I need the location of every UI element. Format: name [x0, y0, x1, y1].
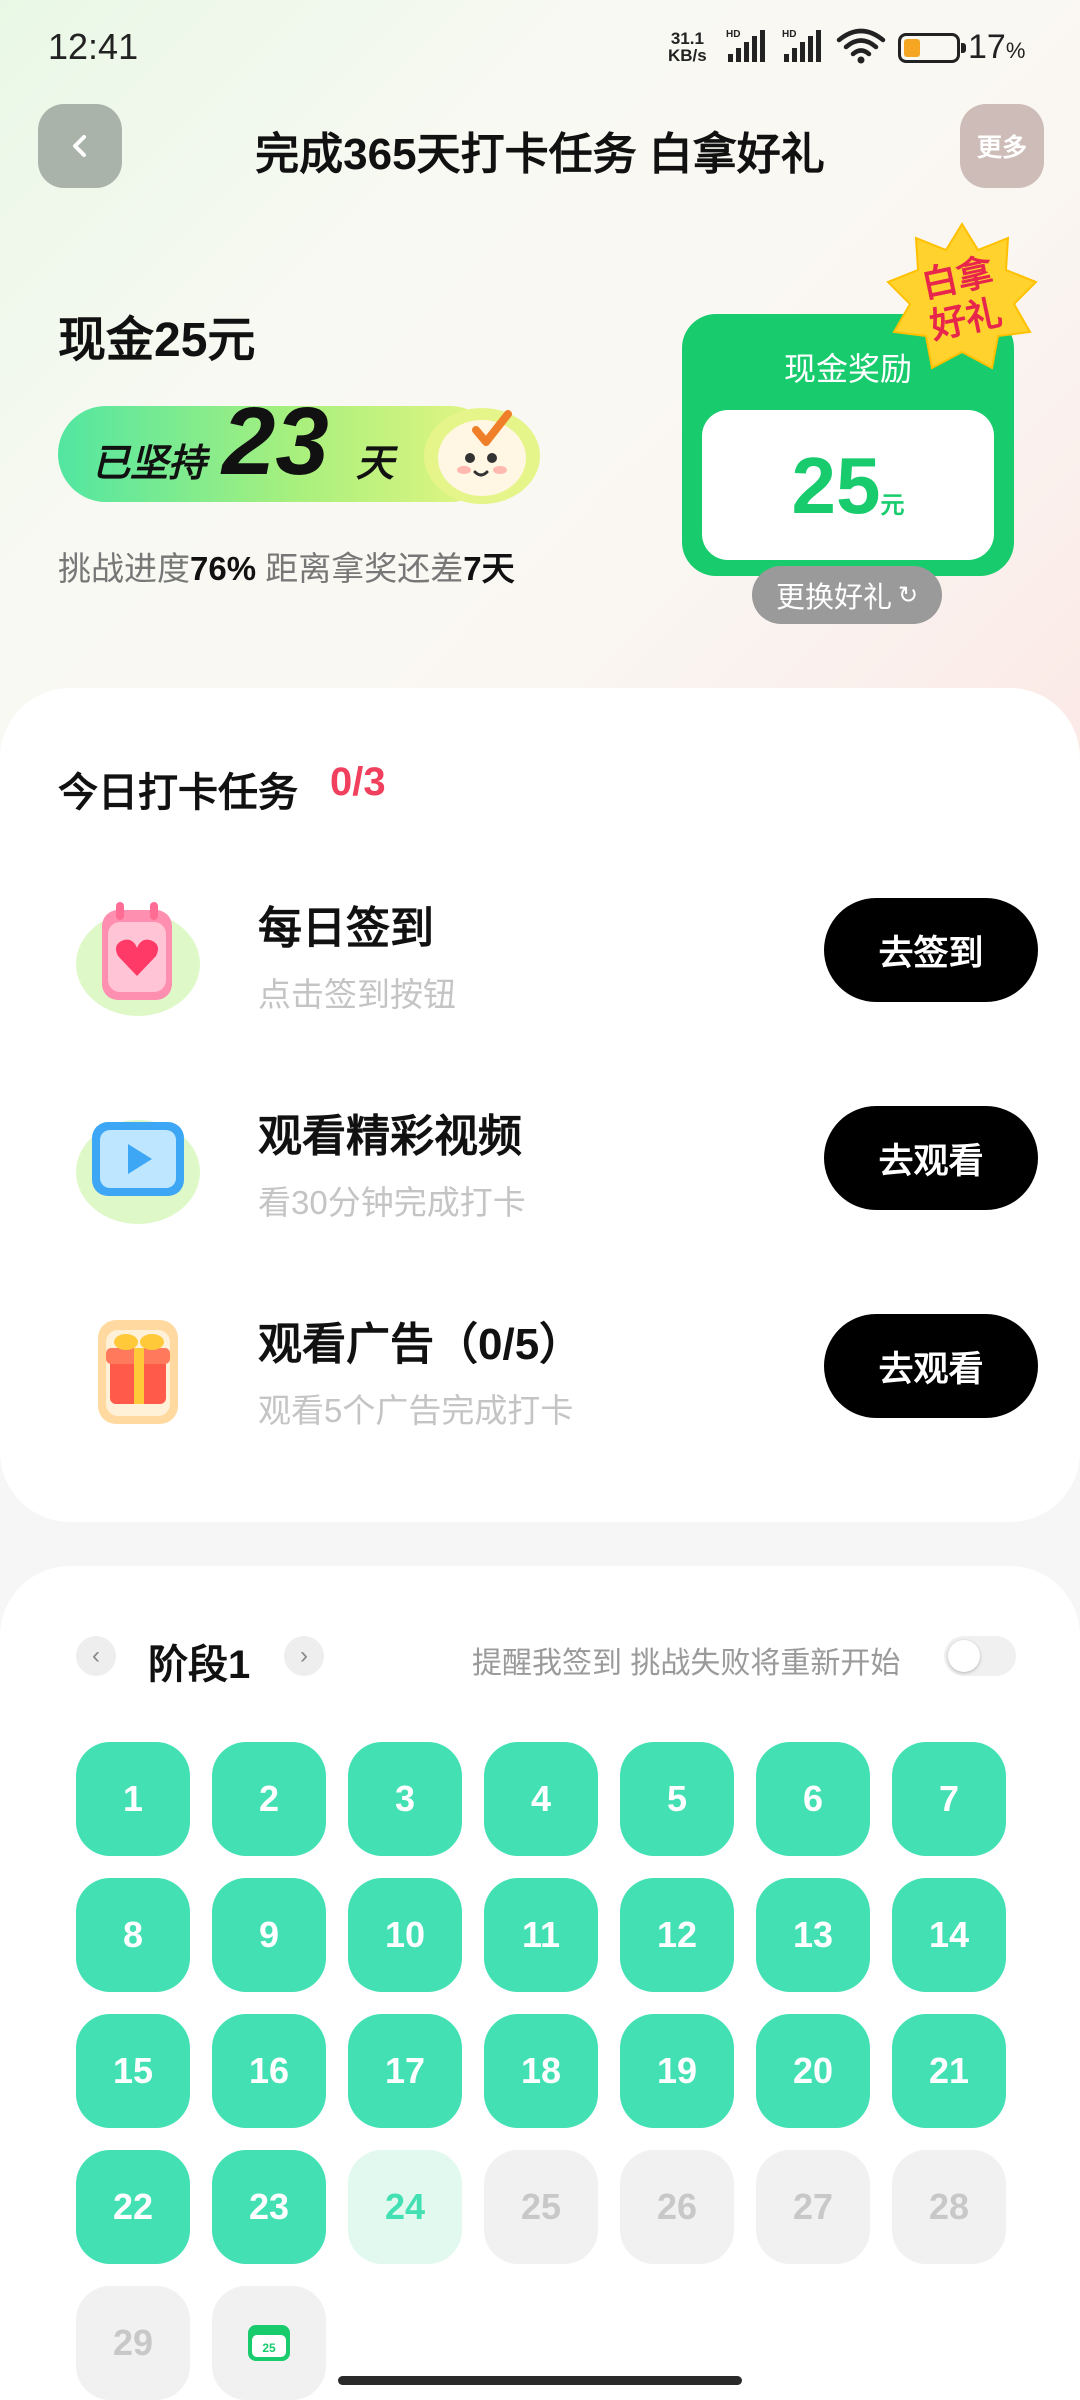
day-cell[interactable]: 15 [76, 2014, 190, 2128]
day-cell[interactable]: 1 [76, 1742, 190, 1856]
sim2-label: HD [782, 29, 796, 40]
task-name-video: 观看精彩视频 [258, 1112, 522, 1161]
chevron-left-icon: ‹ [92, 1642, 100, 1669]
network-speed-value: 31.1 [670, 29, 704, 48]
task-name-checkin: 每日签到 [258, 904, 434, 953]
sim1-label: HD [726, 29, 740, 40]
progress-label: 挑战进度 [58, 550, 190, 587]
streak-unit: 天 [356, 443, 395, 485]
day-cell[interactable]: 27 [756, 2150, 870, 2264]
reward-unit: 元 [880, 492, 905, 519]
reminder-label: 提醒我签到 挑战失败将重新开始 [472, 1647, 901, 1680]
streak-days: 23 [222, 388, 329, 495]
day-cell[interactable]: 17 [348, 2014, 462, 2128]
day-cell[interactable]: 23 [212, 2150, 326, 2264]
day-cell[interactable]: 14 [892, 1878, 1006, 1992]
video-play-icon [76, 1120, 200, 1224]
cash-reward-mini-icon: 25 [248, 2325, 290, 2361]
day-cell[interactable]: 24 [348, 2150, 462, 2264]
day-cell[interactable]: 20 [756, 2014, 870, 2128]
signal-icon-sim2: HD [782, 29, 821, 62]
day-cell[interactable]: 2 [212, 1742, 326, 1856]
more-button[interactable]: 更多 [960, 104, 1044, 188]
change-gift-label: 更换好礼 [775, 582, 892, 614]
remaining-label: 距离拿奖还差 [256, 550, 464, 587]
day-cell[interactable]: 28 [892, 2150, 1006, 2264]
day-cell[interactable]: 12 [620, 1878, 734, 1992]
watch-video-button[interactable]: 去观看 [824, 1106, 1038, 1210]
remaining-days: 7天 [463, 550, 515, 587]
day-cell[interactable]: 5 [620, 1742, 734, 1856]
task-desc-checkin: 点击签到按钮 [258, 976, 456, 1013]
reward-amount: 25元 [702, 438, 994, 554]
tasks-count: 0/3 [330, 760, 386, 804]
stage-label: 阶段1 [148, 1643, 251, 1687]
day-cell[interactable]: 13 [756, 1878, 870, 1992]
challenge-progress: 挑战进度76% 距离拿奖还差7天 [58, 542, 515, 590]
battery-percent-unit: % [1005, 38, 1026, 63]
calendar-heart-icon [76, 902, 200, 1016]
day-cell[interactable]: 22 [76, 2150, 190, 2264]
gift-box-icon [98, 1320, 178, 1424]
refresh-icon: ↻ [897, 581, 919, 609]
progress-value: 76% [190, 550, 257, 587]
toggle-knob [948, 1640, 980, 1672]
cash-prize-title: 现金25元 [58, 314, 256, 367]
home-indicator[interactable] [338, 2376, 742, 2385]
tasks-title: 今日打卡任务 [58, 771, 298, 815]
day-cell[interactable]: 29 [76, 2286, 190, 2400]
day-grid: 1 2 3 4 5 6 7 8 9 10 11 12 13 14 15 16 17 18 19 20 21 22 23 24 2… [76, 1742, 1008, 2400]
day-cell[interactable]: 10 [348, 1878, 462, 1992]
mascot-icon [424, 408, 540, 504]
checkin-button[interactable]: 去签到 [824, 898, 1038, 1002]
day-cell[interactable]: 6 [756, 1742, 870, 1856]
task-name-ads: 观看广告（0/5） [258, 1320, 584, 1369]
day-cell[interactable]: 8 [76, 1878, 190, 1992]
wifi-icon [836, 28, 886, 64]
battery-fill [904, 39, 920, 57]
day-cell[interactable]: 9 [212, 1878, 326, 1992]
task-desc-ads: 观看5个广告完成打卡 [258, 1392, 574, 1429]
battery-percent-value: 17 [968, 28, 1006, 66]
chevron-right-icon: › [300, 1642, 308, 1669]
streak-prefix: 已坚持 [92, 443, 207, 485]
watch-ads-button[interactable]: 去观看 [824, 1314, 1038, 1418]
prev-stage-button[interactable]: ‹ [76, 1636, 116, 1676]
free-gift-badge-icon: 白拿 好礼 [886, 222, 1038, 370]
reminder-toggle[interactable] [944, 1636, 1016, 1676]
battery-icon [898, 33, 966, 63]
day-cell[interactable]: 18 [484, 2014, 598, 2128]
page-title: 完成365天打卡任务 白拿好礼 [255, 130, 825, 179]
gift-mini-amount: 25 [262, 2341, 276, 2355]
day-cell[interactable]: 3 [348, 1742, 462, 1856]
reward-gift-cell[interactable]: 25 [212, 2286, 326, 2400]
day-cell[interactable]: 7 [892, 1742, 1006, 1856]
signal-icon-sim1: HD [726, 29, 765, 62]
day-cell[interactable]: 4 [484, 1742, 598, 1856]
day-cell[interactable]: 25 [484, 2150, 598, 2264]
reward-amount-value: 25 [791, 441, 881, 530]
day-cell[interactable]: 26 [620, 2150, 734, 2264]
next-stage-button[interactable]: › [284, 1636, 324, 1676]
status-bar: 12:41 31.1 KB/s HD HD 17% [0, 0, 1080, 100]
network-speed-unit: KB/s [668, 46, 707, 65]
day-cell[interactable]: 19 [620, 2014, 734, 2128]
day-cell[interactable]: 11 [484, 1878, 598, 1992]
network-speed: 31.1 KB/s [668, 30, 707, 64]
day-cell[interactable]: 16 [212, 2014, 326, 2128]
task-desc-video: 看30分钟完成打卡 [258, 1184, 526, 1221]
change-gift-button[interactable]: 更换好礼 ↻ [752, 566, 942, 624]
day-cell[interactable]: 21 [892, 2014, 1006, 2128]
status-time: 12:41 [48, 26, 139, 67]
battery-percent: 17% [968, 28, 1025, 67]
